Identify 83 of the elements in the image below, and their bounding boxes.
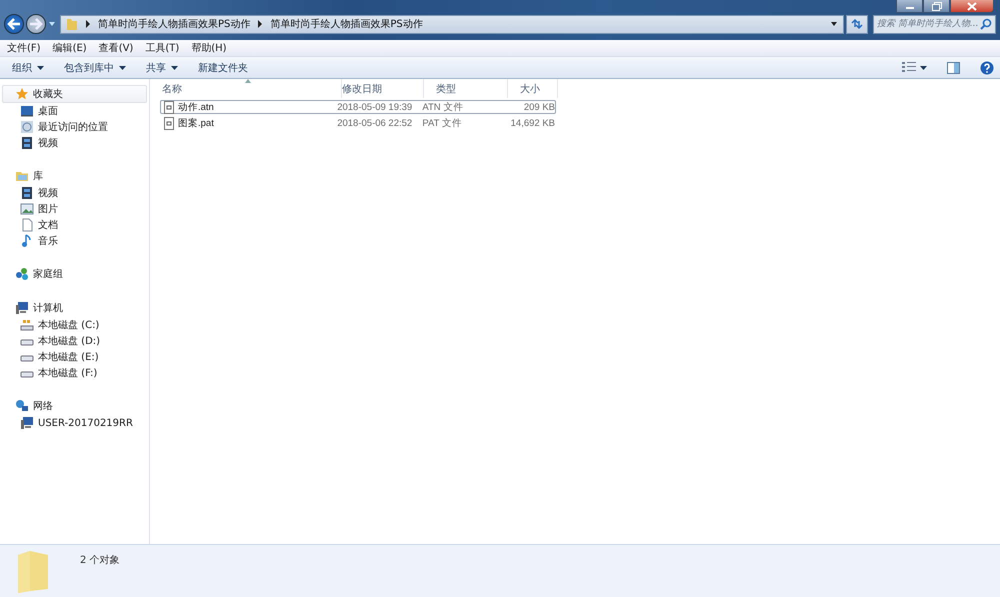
item-count: 2 个对象 (80, 554, 120, 567)
table-cell-text: ATN 文件 (421, 100, 464, 114)
column-header[interactable]: 修改日期 (342, 79, 424, 98)
sidebar-item[interactable]: 图片 (0, 201, 149, 217)
image-icon (20, 202, 34, 216)
sidebar-item[interactable]: 文档 (0, 217, 149, 233)
back-arrow-icon (7, 18, 21, 30)
close-icon (967, 2, 977, 10)
history-dropdown-icon[interactable] (48, 21, 56, 27)
document-icon (20, 218, 34, 232)
sidebar-item[interactable]: 最近访问的位置 (0, 119, 149, 135)
back-button[interactable] (4, 14, 24, 34)
table-cell-text: PAT 文件 (421, 116, 463, 130)
star-icon (15, 87, 29, 101)
table-cell-text: 2018-05-09 19:39 (337, 102, 414, 112)
monitor-icon (20, 104, 34, 118)
table-cell-text: 14,692 KB (510, 118, 555, 128)
sidebar-item[interactable]: 本地磁盘 (F:) (0, 365, 149, 381)
film-icon (20, 136, 34, 150)
sidebar-item[interactable]: 视频 (0, 185, 149, 201)
library-icon (15, 169, 29, 183)
file-name: 动作.atn (178, 100, 214, 114)
chevron-icon (257, 20, 264, 28)
menu-item[interactable]: 帮助(H) (191, 41, 227, 55)
sidebar-item[interactable]: 网络 (2, 397, 147, 415)
toolbar-button[interactable]: 组织 (12, 60, 44, 74)
sidebar-item[interactable]: 本地磁盘 (D:) (0, 333, 149, 349)
refresh-icon (850, 18, 864, 30)
close-button[interactable] (950, 0, 994, 13)
network-icon (15, 399, 29, 413)
dropdown-icon[interactable] (830, 21, 838, 27)
computer-icon (20, 416, 34, 430)
refresh-button[interactable] (846, 14, 868, 34)
table-cell-text: 2018-05-06 22:52 (337, 118, 414, 128)
toolbar-button[interactable]: 共享 (146, 60, 178, 74)
help-button[interactable] (980, 60, 994, 74)
help-icon (980, 60, 994, 74)
breadcrumb[interactable]: 简单时尚手绘人物插画效果PS动作 (98, 17, 250, 31)
restore-button[interactable] (923, 0, 950, 13)
preview-pane-button[interactable] (947, 62, 960, 74)
recent-places-icon (20, 120, 34, 134)
menu-item[interactable]: 工具(T) (145, 41, 180, 55)
chevron-icon (85, 20, 91, 28)
sidebar-item[interactable]: USER-20170219RR (0, 415, 149, 431)
film-icon (20, 186, 34, 200)
view-options-button[interactable] (902, 62, 927, 73)
homegroup-icon (15, 267, 29, 281)
file-name: 图案.pat (178, 116, 214, 130)
forward-button[interactable] (26, 14, 46, 34)
system-drive-icon (20, 318, 34, 332)
list-view-icon (902, 62, 916, 73)
column-header[interactable]: 大小 (508, 79, 558, 98)
sidebar-item[interactable]: 计算机 (2, 299, 147, 317)
file-icon (163, 100, 175, 114)
preview-pane-icon (947, 62, 960, 74)
sidebar-item[interactable]: 桌面 (0, 103, 149, 119)
sidebar-item[interactable]: 视频 (0, 135, 149, 151)
folder-icon (66, 17, 78, 31)
minimize-button[interactable] (896, 0, 923, 13)
sidebar-item[interactable]: 收藏夹 (2, 85, 147, 103)
file-row[interactable]: 动作.atn 2018-05-09 19:39 ATN 文件 209 KB (160, 100, 556, 114)
file-icon (163, 116, 175, 130)
restore-icon (932, 2, 942, 10)
table-cell-text: 209 KB (522, 102, 555, 112)
computer-icon (15, 301, 29, 315)
sidebar-item[interactable]: 音乐 (0, 233, 149, 249)
search-icon (980, 18, 992, 30)
file-row[interactable]: 图案.pat 2018-05-06 22:52 PAT 文件 14,692 KB (160, 116, 556, 130)
breadcrumb[interactable]: 简单时尚手绘人物插画效果PS动作 (270, 17, 423, 31)
menu-item[interactable]: 编辑(E) (52, 41, 87, 55)
toolbar-button[interactable]: 新建文件夹 (198, 60, 248, 74)
toolbar-button[interactable]: 包含到库中 (64, 60, 126, 74)
menu-item[interactable]: 文件(F) (7, 41, 41, 55)
forward-arrow-icon (29, 18, 43, 30)
address-bar[interactable]: 简单时尚手绘人物插画效果PS动作 简单时尚手绘人物插画效果PS动作 (60, 14, 844, 34)
column-header[interactable]: 类型 (424, 79, 508, 98)
sidebar-item[interactable]: 库 (2, 167, 147, 185)
sidebar-item[interactable]: 本地磁盘 (E:) (0, 349, 149, 365)
menu-item[interactable]: 查看(V) (98, 41, 134, 55)
sort-arrow-icon (245, 79, 251, 83)
sidebar-item[interactable]: 家庭组 (2, 265, 147, 283)
sidebar-item[interactable]: 本地磁盘 (C:) (0, 317, 149, 333)
caret-icon (920, 66, 927, 70)
